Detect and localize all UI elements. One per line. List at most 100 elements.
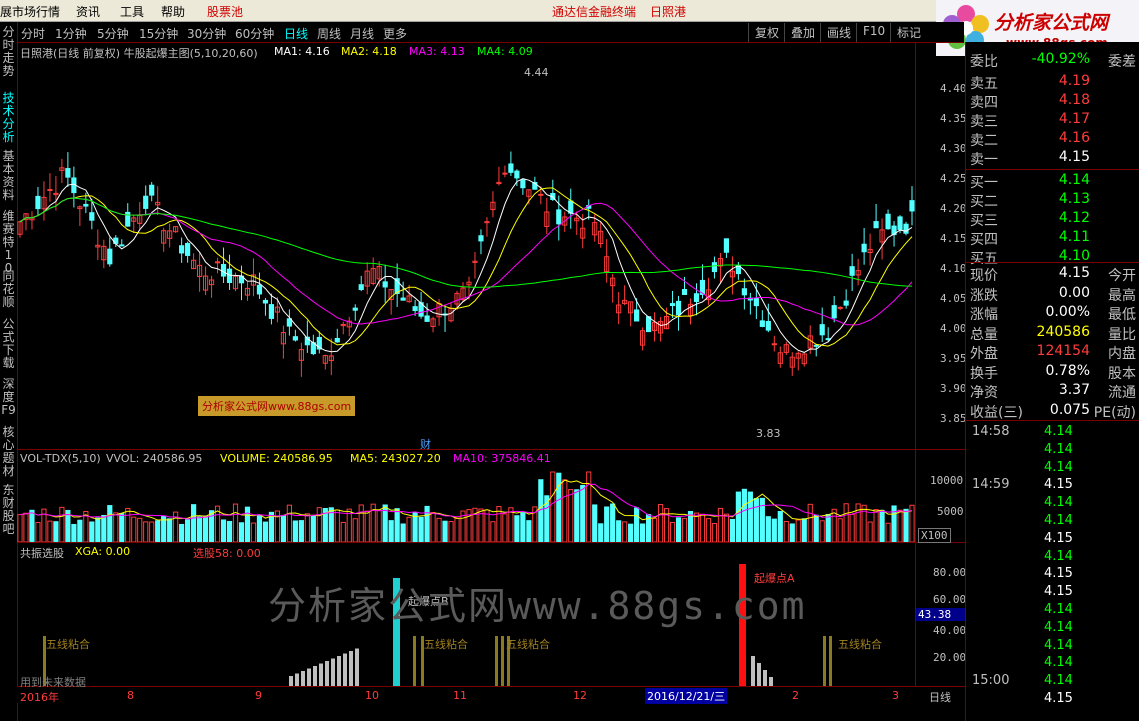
candle-body — [753, 297, 759, 307]
signal-gray-bar — [289, 676, 293, 686]
candle-body — [669, 303, 676, 306]
finance-marker[interactable]: 财 — [420, 436, 431, 452]
volume-bar — [185, 519, 191, 542]
date-label: 10 — [365, 689, 379, 702]
side-tab-core[interactable]: 核心题材 — [1, 426, 16, 478]
volume-bar — [562, 479, 568, 542]
volume-bar — [622, 521, 628, 542]
volume-bar — [831, 508, 837, 542]
volume-bar — [586, 471, 592, 542]
candle-body — [771, 343, 777, 346]
candlestick-chart[interactable] — [17, 60, 915, 449]
side-tab-weisaite[interactable]: 维赛特10 — [1, 210, 16, 275]
candle-body — [831, 305, 837, 319]
price-tick: 4.10 — [940, 262, 967, 275]
bid-row[interactable]: 买二 4.13 — [968, 191, 1138, 210]
xg58-label: 选股58: 0.00 — [193, 547, 261, 560]
volume-bar — [232, 503, 239, 542]
tick-price: 4.14 — [1044, 459, 1073, 475]
stat-row: 净资 3.37 流通 — [968, 382, 1138, 401]
volume-bar — [741, 488, 747, 542]
overlay-button[interactable]: 叠加 — [784, 23, 821, 42]
side-tab-formula[interactable]: 公式下载 — [1, 318, 16, 370]
volume-chart[interactable] — [17, 462, 915, 542]
date-label: 12 — [573, 689, 587, 702]
period-1min[interactable]: 1分钟 — [55, 25, 87, 42]
tick-time: 15:00 — [972, 673, 1010, 689]
stat-value: 0.00 — [1058, 284, 1090, 301]
signal-gray-bar — [295, 673, 299, 686]
candle-body — [179, 245, 185, 254]
price-tick: 4.00 — [940, 322, 967, 335]
stat-label2: 流通 — [1108, 385, 1136, 401]
volume-bar — [592, 504, 598, 542]
bid-row[interactable]: 买四 4.11 — [968, 229, 1138, 248]
period-5min[interactable]: 5分钟 — [97, 25, 129, 42]
stat-row: 涨跌 0.00 最高 — [968, 284, 1138, 304]
period-weekly[interactable]: 周线 — [317, 25, 341, 42]
candle-body — [759, 320, 765, 327]
adjust-button[interactable]: 复权 — [748, 23, 785, 42]
date-label: 9 — [255, 689, 262, 702]
bid-price: 4.11 — [1058, 229, 1090, 245]
bid-row[interactable]: 买一 4.14 — [968, 172, 1138, 191]
bid-row[interactable]: 买五 4.10 — [968, 248, 1138, 267]
side-tab-depth[interactable]: 深度F9 — [1, 378, 16, 417]
period-more[interactable]: 更多 — [383, 25, 407, 42]
weibi-label: 委比 — [970, 54, 998, 70]
ask-row[interactable]: 卖三 4.17 — [968, 111, 1138, 130]
signal-gray-bar — [313, 666, 317, 686]
menu-stock-pool[interactable]: 股票池 — [207, 3, 243, 20]
tick-price: 4.15 — [1044, 530, 1073, 546]
ask-row[interactable]: 卖四 4.18 — [968, 92, 1138, 111]
draw-button[interactable]: 画线 — [820, 23, 857, 42]
bid-price: 4.14 — [1058, 172, 1090, 188]
tick-row: 4.15 — [968, 531, 1138, 549]
ask-row[interactable]: 卖五 4.19 — [968, 73, 1138, 92]
ask-row[interactable]: 卖一 4.15 — [968, 149, 1138, 168]
period-60min[interactable]: 60分钟 — [235, 25, 274, 42]
stat-row: 收益(三) 0.075 PE(动) — [968, 402, 1138, 421]
period-15min[interactable]: 15分钟 — [139, 25, 178, 42]
candle-body — [220, 264, 227, 277]
period-monthly[interactable]: 月线 — [350, 25, 374, 42]
side-tab-basic[interactable]: 基本资料 — [1, 150, 16, 202]
menu-market[interactable]: 展市场行情 — [0, 3, 60, 20]
ask-row[interactable]: 卖二 4.16 — [968, 130, 1138, 149]
price-tick: 4.25 — [940, 172, 967, 185]
ma-line — [19, 197, 913, 326]
stat-value: 0.78% — [1045, 362, 1090, 379]
volume-bar — [292, 520, 298, 542]
candle-body — [861, 243, 867, 253]
volume-bar — [873, 509, 879, 542]
side-tab-guba[interactable]: 东财股吧 — [1, 484, 16, 536]
volume-bar — [400, 523, 406, 542]
candle-body — [358, 284, 364, 291]
side-tab-fenshi[interactable]: 分时走势 — [1, 26, 16, 78]
quote-panel: 委比 -40.92% 委差 卖五 4.19 卖四 4.18 卖三 4.17 卖二 4.16 卖一… — [965, 42, 1139, 721]
menu-news[interactable]: 资讯 — [76, 3, 100, 20]
bid-row[interactable]: 买三 4.12 — [968, 210, 1138, 229]
stat-row: 外盘 124154 内盘 — [968, 343, 1138, 362]
period-daily[interactable]: 日线 — [284, 25, 308, 42]
weicha-label: 委差 — [1108, 54, 1136, 70]
period-fenshi[interactable]: 分时 — [21, 25, 45, 42]
volume-bar — [657, 504, 664, 542]
tick-price: 4.14 — [1044, 424, 1073, 439]
menu-tools[interactable]: 工具 — [120, 3, 144, 20]
side-tab-tech[interactable]: 技术分析 — [1, 92, 16, 144]
menu-help[interactable]: 帮助 — [161, 3, 185, 20]
stat-label: 净资 — [970, 385, 998, 401]
main-chart-title: 日照港(日线 前复权) 牛股起爆主图(5,10,20,60) — [20, 47, 258, 60]
period-30min[interactable]: 30分钟 — [187, 25, 226, 42]
tick-row: 14:59 4.15 — [968, 477, 1138, 495]
side-tab-tonghuashun[interactable]: 同花顺 — [1, 270, 16, 309]
candle-body — [813, 344, 819, 347]
ask-price: 4.18 — [1058, 92, 1090, 108]
candle-body — [508, 163, 514, 173]
candle-body — [185, 242, 191, 256]
tick-time: 14:58 — [972, 424, 1010, 439]
f10-button[interactable]: F10 — [856, 23, 891, 42]
period-indicator[interactable]: 日线 — [929, 689, 951, 705]
mark-button[interactable]: 标记 — [890, 23, 927, 42]
